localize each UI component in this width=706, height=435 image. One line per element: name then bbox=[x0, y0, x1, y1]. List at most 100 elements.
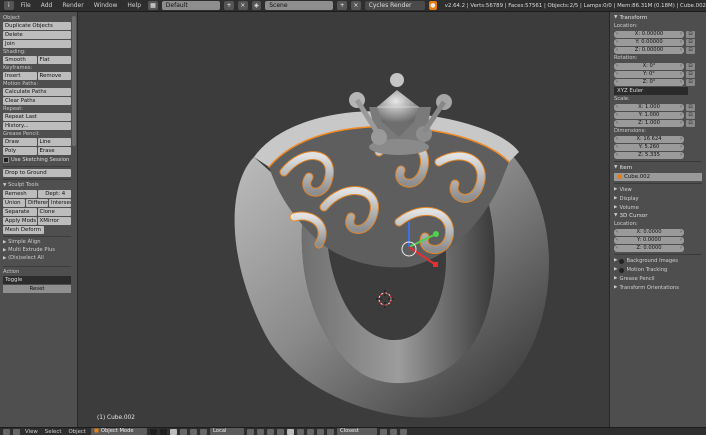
drop-to-ground-button[interactable]: Drop to Ground bbox=[3, 169, 71, 177]
rotation-mode-selector[interactable]: XYZ Euler bbox=[614, 87, 688, 95]
lock-icon[interactable]: ⊡ bbox=[686, 47, 695, 54]
layer-button-icon[interactable] bbox=[257, 428, 264, 435]
volume-panel-header[interactable]: ▶ Volume bbox=[614, 204, 702, 212]
grease-pencil-panel-header[interactable]: ▶ Grease Pencil bbox=[614, 275, 702, 283]
object-name-field[interactable]: ■ Cube.002 bbox=[614, 173, 702, 181]
increment-arrow-icon[interactable]: › bbox=[680, 120, 682, 127]
difference-button[interactable]: Difference bbox=[26, 199, 48, 207]
location-y-field[interactable]: ‹ Y: 0.00000 › bbox=[614, 39, 684, 46]
info-editor-icon[interactable]: i bbox=[4, 1, 14, 10]
layer-button-icon[interactable] bbox=[287, 428, 294, 435]
decrement-arrow-icon[interactable]: ‹ bbox=[616, 31, 618, 38]
calculate-paths-button[interactable]: Calculate Paths bbox=[3, 88, 71, 96]
rotation-y-field[interactable]: ‹ Y: 0° › bbox=[614, 71, 684, 78]
line-button[interactable]: Line bbox=[37, 138, 71, 146]
3d-cursor-panel-header[interactable]: ▼ 3D Cursor bbox=[614, 212, 702, 220]
increment-arrow-icon[interactable]: › bbox=[680, 229, 682, 236]
snap-magnet-icon[interactable] bbox=[327, 428, 334, 435]
simple-align-panel-header[interactable]: ▶ Simple Align bbox=[3, 239, 71, 246]
decrement-arrow-icon[interactable]: ‹ bbox=[616, 229, 618, 236]
layer-button-icon[interactable] bbox=[307, 428, 314, 435]
view-panel-header[interactable]: ▶ View bbox=[614, 186, 702, 194]
dimension-y-field[interactable]: ‹ Y: 5.260 › bbox=[614, 144, 684, 151]
transform-orientation-selector[interactable]: Local bbox=[210, 428, 244, 435]
menu-object[interactable]: Object bbox=[66, 429, 88, 435]
lock-icon[interactable]: ⊡ bbox=[686, 31, 695, 38]
screen-layout-selector[interactable]: Default bbox=[161, 1, 221, 10]
multi-extrude-panel-header[interactable]: ▶ Multi Extrude Plus bbox=[3, 247, 71, 254]
transform-panel-header[interactable]: ▼ Transform bbox=[614, 14, 702, 22]
pivot-point-icon[interactable] bbox=[160, 428, 167, 435]
sketching-session-toggle[interactable]: Use Sketching Session bbox=[3, 156, 71, 164]
lock-icon[interactable]: ⊡ bbox=[686, 104, 695, 111]
rotation-z-field[interactable]: ‹ Z: 0° › bbox=[614, 79, 684, 86]
location-z-field[interactable]: ‹ Z: 0.00000 › bbox=[614, 47, 684, 54]
menu-window[interactable]: Window bbox=[91, 2, 121, 9]
reset-button[interactable]: Reset bbox=[3, 285, 71, 293]
motion-tracking-panel-header[interactable]: ▶ Motion Tracking bbox=[614, 266, 702, 274]
erase-button[interactable]: Erase bbox=[37, 147, 71, 155]
decrement-arrow-icon[interactable]: ‹ bbox=[616, 63, 618, 70]
increment-arrow-icon[interactable]: › bbox=[680, 79, 682, 86]
3d-viewport[interactable]: (1) Cube.002 bbox=[79, 12, 608, 427]
increment-arrow-icon[interactable]: › bbox=[680, 152, 682, 159]
increment-arrow-icon[interactable]: › bbox=[680, 71, 682, 78]
delete-button[interactable]: Delete bbox=[3, 31, 71, 39]
xmirror-button[interactable]: XMirror bbox=[37, 217, 71, 225]
lock-icon[interactable]: ⊡ bbox=[686, 39, 695, 46]
union-button[interactable]: Union bbox=[3, 199, 25, 207]
decrement-arrow-icon[interactable]: ‹ bbox=[616, 120, 618, 127]
rotation-x-field[interactable]: ‹ X: 0° › bbox=[614, 63, 684, 70]
decrement-arrow-icon[interactable]: ‹ bbox=[616, 71, 618, 78]
apply-mods-button[interactable]: Apply Mods bbox=[3, 217, 37, 225]
decrement-arrow-icon[interactable]: ‹ bbox=[616, 47, 618, 54]
insert-keyframe-button[interactable]: Insert bbox=[3, 72, 37, 80]
cursor-x-field[interactable]: ‹ X: 0.0000 › bbox=[614, 229, 684, 236]
remove-keyframe-button[interactable]: Remove bbox=[37, 72, 71, 80]
sketching-checkbox[interactable] bbox=[3, 157, 9, 163]
snap-element-icon[interactable] bbox=[380, 428, 387, 435]
scene-selector[interactable]: Scene bbox=[265, 1, 334, 10]
lock-icon[interactable]: ⊡ bbox=[686, 112, 695, 119]
layer-button-icon[interactable] bbox=[297, 428, 304, 435]
snap-target-selector[interactable]: Closest bbox=[337, 428, 377, 435]
increment-arrow-icon[interactable]: › bbox=[680, 136, 682, 143]
increment-arrow-icon[interactable]: › bbox=[680, 237, 682, 244]
remesh-button[interactable]: Remesh bbox=[3, 190, 37, 198]
render-animation-icon[interactable] bbox=[400, 428, 407, 435]
menu-help[interactable]: Help bbox=[124, 2, 144, 9]
menu-add[interactable]: Add bbox=[38, 2, 56, 9]
decrement-arrow-icon[interactable]: ‹ bbox=[616, 237, 618, 244]
increment-arrow-icon[interactable]: › bbox=[680, 104, 682, 111]
lock-icon[interactable]: ⊡ bbox=[686, 79, 695, 86]
decrement-arrow-icon[interactable]: ‹ bbox=[616, 152, 618, 159]
intersect-button[interactable]: Intersect bbox=[49, 199, 71, 207]
scale-x-field[interactable]: ‹ X: 1.000 › bbox=[614, 104, 684, 111]
dimension-z-field[interactable]: ‹ Z: 5.335 › bbox=[614, 152, 684, 159]
decrement-arrow-icon[interactable]: ‹ bbox=[616, 136, 618, 143]
remove-scene-icon[interactable]: × bbox=[351, 1, 361, 10]
decrement-arrow-icon[interactable]: ‹ bbox=[616, 104, 618, 111]
editor-type-icon[interactable] bbox=[3, 428, 10, 435]
clear-paths-button[interactable]: Clear Paths bbox=[3, 97, 71, 105]
item-panel-header[interactable]: ▼ Item bbox=[614, 164, 702, 172]
enable-toggle-icon[interactable] bbox=[619, 267, 625, 273]
action-selector[interactable]: Toggle bbox=[3, 276, 71, 284]
sculpt-tools-panel-header[interactable]: ▼ Sculpt Tools bbox=[3, 182, 71, 189]
dimension-x-field[interactable]: ‹ X: 16.624 › bbox=[614, 136, 684, 143]
scale-y-field[interactable]: ‹ Y: 1.000 › bbox=[614, 112, 684, 119]
increment-arrow-icon[interactable]: › bbox=[680, 144, 682, 151]
add-scene-icon[interactable]: + bbox=[337, 1, 347, 10]
ring-model[interactable] bbox=[79, 12, 608, 427]
render-icon[interactable] bbox=[390, 428, 397, 435]
scale-z-field[interactable]: ‹ Z: 1.000 › bbox=[614, 120, 684, 127]
scale-manipulator-icon[interactable] bbox=[200, 428, 207, 435]
lock-icon[interactable]: ⊡ bbox=[686, 120, 695, 127]
display-panel-header[interactable]: ▶ Display bbox=[614, 195, 702, 203]
increment-arrow-icon[interactable]: › bbox=[680, 63, 682, 70]
menu-select[interactable]: Select bbox=[43, 429, 64, 435]
viewport-shading-icon[interactable] bbox=[150, 428, 157, 435]
increment-arrow-icon[interactable]: › bbox=[680, 39, 682, 46]
menu-view[interactable]: View bbox=[23, 429, 40, 435]
menu-file[interactable]: File bbox=[18, 2, 34, 9]
